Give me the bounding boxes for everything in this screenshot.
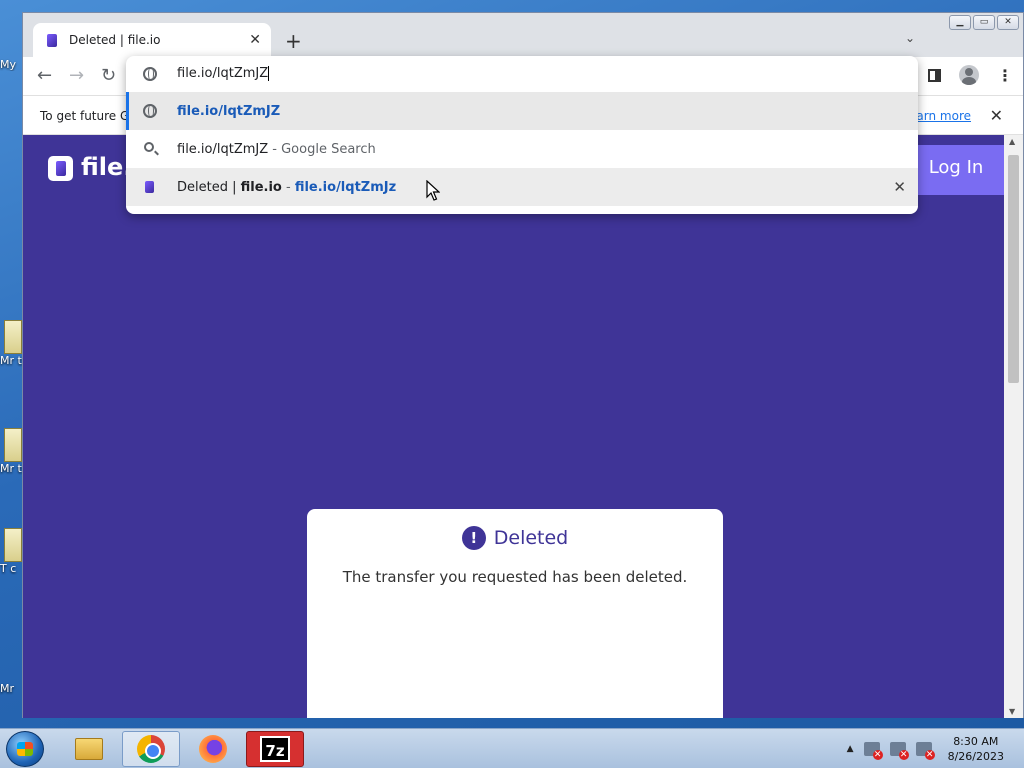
show-hidden-icons-arrow-icon[interactable]: ▲ — [847, 744, 854, 754]
login-button[interactable]: Log In — [908, 145, 1004, 195]
start-button[interactable] — [6, 731, 44, 767]
tab-active[interactable]: Deleted | file.io ✕ — [33, 23, 271, 57]
chrome-icon — [137, 735, 165, 763]
document-icon — [4, 320, 22, 354]
address-input[interactable]: file.io/lqtZmJZ — [177, 66, 268, 81]
info-bar-text: To get future G — [40, 109, 130, 123]
volume-muted-icon[interactable] — [915, 742, 935, 760]
taskbar-chrome[interactable] — [122, 731, 180, 767]
desktop-icon-label: Mr — [0, 682, 15, 695]
page-content: file.io Log In ! Deleted The transfer yo… — [23, 135, 1004, 718]
firefox-icon — [199, 735, 227, 763]
desktop-icon-label: My — [0, 58, 17, 71]
alert-icon: ! — [461, 526, 486, 550]
suggestion-google-search[interactable]: file.io/lqtZmJZ - Google Search — [126, 130, 918, 168]
reload-button[interactable]: ↻ — [101, 65, 116, 86]
desktop-icon-label: Mr tr — [0, 354, 22, 367]
suggestion-history-site: file.io — [240, 179, 282, 195]
learn-more-link[interactable]: earn more — [909, 109, 971, 123]
suggestion-history-sep: - — [281, 179, 295, 195]
forward-button[interactable]: → — [69, 65, 84, 86]
desktop-icon-label: Mr tr — [0, 462, 22, 475]
document-icon — [4, 428, 22, 462]
maximize-button[interactable]: ▭ — [973, 15, 995, 30]
search-icon — [144, 142, 154, 152]
tab-search-chevron-icon[interactable]: ⌄ — [905, 31, 915, 45]
suggestion-history[interactable]: Deleted | file.io - file.io/lqtZmJz ✕ — [126, 168, 918, 206]
suggestion-search-wrap: file.io/lqtZmJZ - Google Search — [177, 142, 376, 157]
tab-title: Deleted | file.io — [69, 33, 161, 47]
tab-close-icon[interactable]: ✕ — [249, 32, 261, 48]
close-window-button[interactable]: ✕ — [997, 15, 1019, 30]
deleted-card: ! Deleted The transfer you requested has… — [307, 509, 723, 718]
suggestion-url[interactable]: file.io/lqtZmJZ — [126, 92, 918, 130]
suggestion-search-text: file.io/lqtZmJZ — [177, 142, 269, 157]
clock[interactable]: 8:30 AM 8/26/2023 — [948, 734, 1004, 764]
taskbar-7zip[interactable]: 7z — [246, 731, 304, 767]
scroll-down-arrow-icon[interactable]: ▼ — [1009, 707, 1015, 716]
tab-strip: Deleted | file.io ✕ + ⌄ ▁ ▭ ✕ — [23, 13, 1023, 57]
back-button[interactable]: ← — [37, 65, 52, 86]
clock-date: 8/26/2023 — [947, 750, 1004, 763]
side-panel-icon[interactable] — [928, 68, 941, 82]
desktop-icon-1[interactable]: My — [0, 58, 22, 71]
document-icon — [4, 528, 22, 562]
remove-suggestion-icon[interactable]: ✕ — [893, 178, 906, 196]
file-io-favicon-icon — [145, 181, 154, 193]
taskbar-explorer[interactable] — [60, 731, 118, 767]
suggestion-history-prefix: Deleted | — [177, 179, 241, 195]
scroll-up-arrow-icon[interactable]: ▲ — [1009, 137, 1015, 146]
page-scrollbar[interactable]: ▲ ▼ — [1004, 135, 1023, 718]
info-bar-close-icon[interactable]: ✕ — [990, 106, 1003, 125]
globe-icon — [143, 67, 157, 81]
suggestion-search-suffix: - Google Search — [268, 142, 376, 157]
mouse-cursor-icon — [426, 180, 440, 201]
desktop-icon-3[interactable]: Mr tr — [0, 428, 22, 475]
window-controls: ▁ ▭ ✕ — [949, 15, 1019, 30]
action-center-flag-icon[interactable] — [863, 742, 883, 760]
card-header: ! Deleted — [307, 526, 723, 550]
taskbar-firefox[interactable] — [184, 731, 242, 767]
desktop-icon-label: T c — [0, 562, 17, 575]
scroll-thumb[interactable] — [1008, 155, 1019, 383]
card-message: The transfer you requested has been dele… — [342, 568, 688, 586]
suggestion-url-text: file.io/lqtZmJZ — [177, 103, 281, 119]
new-tab-button[interactable]: + — [285, 29, 302, 53]
7zip-icon: 7z — [260, 736, 290, 762]
suggestion-history-url: file.io/lqtZmJz — [294, 179, 397, 195]
folder-icon — [75, 738, 103, 760]
suggestion-history-wrap: Deleted | file.io - file.io/lqtZmJz — [177, 180, 396, 195]
address-bar[interactable]: file.io/lqtZmJZ — [126, 56, 918, 92]
menu-icon[interactable]: ⋮ — [997, 66, 1013, 85]
globe-icon — [143, 104, 157, 118]
system-tray: ▲ 8:30 AM 8/26/2023 — [847, 729, 1024, 768]
card-title: Deleted — [493, 527, 569, 549]
address-input-wrap: file.io/lqtZmJZ — [177, 66, 270, 81]
desktop-icon-2[interactable]: Mr tr — [0, 320, 22, 367]
omnibox-dropdown: file.io/lqtZmJZ file.io/lqtZmJZ file.io/… — [126, 56, 918, 214]
profile-icon[interactable] — [959, 65, 979, 85]
desktop-icon-4[interactable]: T c — [0, 528, 22, 575]
file-io-logo-icon[interactable] — [48, 156, 73, 181]
clock-time: 8:30 AM — [953, 735, 999, 748]
toolbar-right: ⋮ — [928, 65, 1013, 85]
desktop-icon-5[interactable]: Mr — [0, 682, 22, 695]
network-icon[interactable] — [889, 742, 909, 760]
text-caret — [268, 66, 270, 81]
file-io-favicon-icon — [47, 33, 57, 47]
minimize-button[interactable]: ▁ — [949, 15, 971, 30]
taskbar: 7z ▲ 8:30 AM 8/26/2023 — [0, 728, 1024, 768]
